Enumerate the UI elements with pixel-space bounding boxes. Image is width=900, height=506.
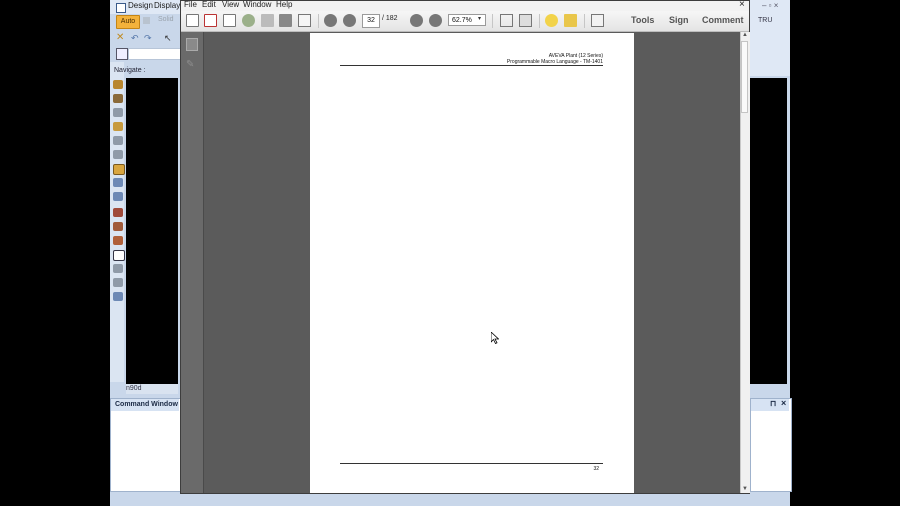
help-tool-icon[interactable]	[113, 250, 125, 261]
solid-checkbox[interactable]	[143, 17, 150, 24]
view-label: n90d	[126, 385, 142, 392]
walk-tool-icon[interactable]	[113, 208, 123, 217]
selected-tool-icon[interactable]	[113, 164, 125, 175]
pdf-page[interactable]: AVEVA Plant (12 Series) Programmable Mac…	[310, 33, 634, 493]
cad-tool-icon[interactable]: ✕	[116, 33, 126, 43]
pointer-icon[interactable]: ↖	[164, 33, 174, 43]
cad-menu-display[interactable]: Display	[154, 1, 180, 10]
scroll-up-icon[interactable]: ▲	[742, 32, 748, 38]
print-icon[interactable]	[279, 14, 292, 27]
command-window[interactable]	[110, 398, 182, 492]
next-page-icon[interactable]	[343, 14, 356, 27]
edit-icon[interactable]	[223, 14, 236, 27]
page-number-input[interactable]: 32	[362, 14, 380, 28]
sign-button[interactable]: Sign	[669, 15, 689, 25]
cad-list-icon[interactable]	[116, 48, 128, 60]
settings-tool-icon[interactable]	[113, 278, 123, 287]
pdf-menubar: File Edit View Window Help ×	[181, 0, 749, 11]
open-icon[interactable]	[204, 14, 217, 27]
navigate-label: Navigate :	[114, 67, 146, 74]
3d-view-right[interactable]	[750, 78, 787, 384]
view-tool-icon[interactable]	[113, 108, 123, 117]
view-tool-icon[interactable]	[113, 94, 123, 103]
zoom-in-icon[interactable]	[429, 14, 442, 27]
share-icon[interactable]	[591, 14, 604, 27]
menu-view[interactable]: View	[222, 0, 239, 9]
solid-label: Solid	[158, 16, 174, 23]
scroll-down-icon[interactable]: ▼	[742, 486, 748, 492]
pdf-toolbar: 32 / 182 62.7% ▾ Tools Sign Comment	[181, 11, 749, 32]
zoom-tool-icon[interactable]	[113, 150, 123, 159]
fly-tool-icon[interactable]	[113, 222, 123, 231]
toolbar-separator	[492, 14, 493, 28]
navigation-pane: ✎	[181, 32, 204, 493]
view-tool-icon[interactable]	[113, 80, 123, 89]
menu-window[interactable]: Window	[243, 0, 271, 9]
attachments-icon[interactable]: ✎	[186, 60, 196, 70]
mouse-cursor-icon	[491, 332, 499, 344]
page-footer-number: 32	[593, 466, 599, 472]
undo-icon[interactable]: ↶	[131, 33, 141, 43]
cad-menu-design[interactable]: Design	[128, 1, 153, 10]
pan-tool-icon[interactable]	[113, 178, 123, 187]
redo-icon[interactable]: ↷	[144, 33, 154, 43]
command-window-output[interactable]	[750, 398, 792, 492]
cad-element-field[interactable]	[128, 48, 182, 60]
window-tool-icon[interactable]	[113, 292, 123, 301]
limits-tool-icon[interactable]	[113, 236, 123, 245]
pdf-viewer-window: File Edit View Window Help × 32 / 182 62…	[180, 0, 750, 494]
create-pdf-icon[interactable]	[186, 14, 199, 27]
zoom-out-icon[interactable]	[410, 14, 423, 27]
scrollbar-thumb[interactable]	[741, 41, 748, 113]
toolbar-separator	[318, 14, 319, 28]
prev-page-icon[interactable]	[324, 14, 337, 27]
zoom-tool-icon[interactable]	[113, 136, 123, 145]
pages-panel-icon[interactable]	[186, 38, 198, 51]
measure-tool-icon[interactable]	[113, 264, 123, 273]
highlight-icon[interactable]	[564, 14, 577, 27]
rotate-tool-icon[interactable]	[113, 192, 123, 201]
toolbar-separator	[539, 14, 540, 28]
view-tool-icon[interactable]	[113, 122, 123, 131]
cad-app-icon	[116, 3, 126, 13]
full-screen-icon[interactable]	[519, 14, 532, 27]
cad-status-bar	[110, 492, 790, 506]
header-rule	[340, 65, 603, 66]
menu-edit[interactable]: Edit	[202, 0, 216, 9]
chevron-down-icon[interactable]: ▾	[478, 15, 481, 22]
comment-button[interactable]: Comment	[702, 15, 744, 25]
menu-file[interactable]: File	[184, 0, 197, 9]
3d-view-left[interactable]	[126, 78, 178, 384]
auto-button[interactable]: Auto	[116, 15, 140, 29]
pin-icon[interactable]: ⊓	[770, 399, 776, 408]
menu-help[interactable]: Help	[276, 0, 292, 9]
fit-page-icon[interactable]	[500, 14, 513, 27]
email-icon[interactable]	[298, 14, 311, 27]
comment-bubble-icon[interactable]	[545, 14, 558, 27]
save-icon[interactable]	[261, 14, 274, 27]
footer-rule	[340, 463, 603, 464]
tru-label: TRU	[758, 17, 773, 24]
page-total: / 182	[382, 15, 398, 22]
command-window-title: Command Window	[111, 399, 179, 411]
tools-button[interactable]: Tools	[631, 15, 654, 25]
close-icon[interactable]: ×	[781, 398, 786, 408]
cloud-icon[interactable]	[242, 14, 255, 27]
toolbar-separator	[584, 14, 585, 28]
close-window-icon[interactable]: ×	[739, 0, 745, 10]
cad-window-buttons[interactable]: – ▫ ×	[762, 1, 778, 10]
